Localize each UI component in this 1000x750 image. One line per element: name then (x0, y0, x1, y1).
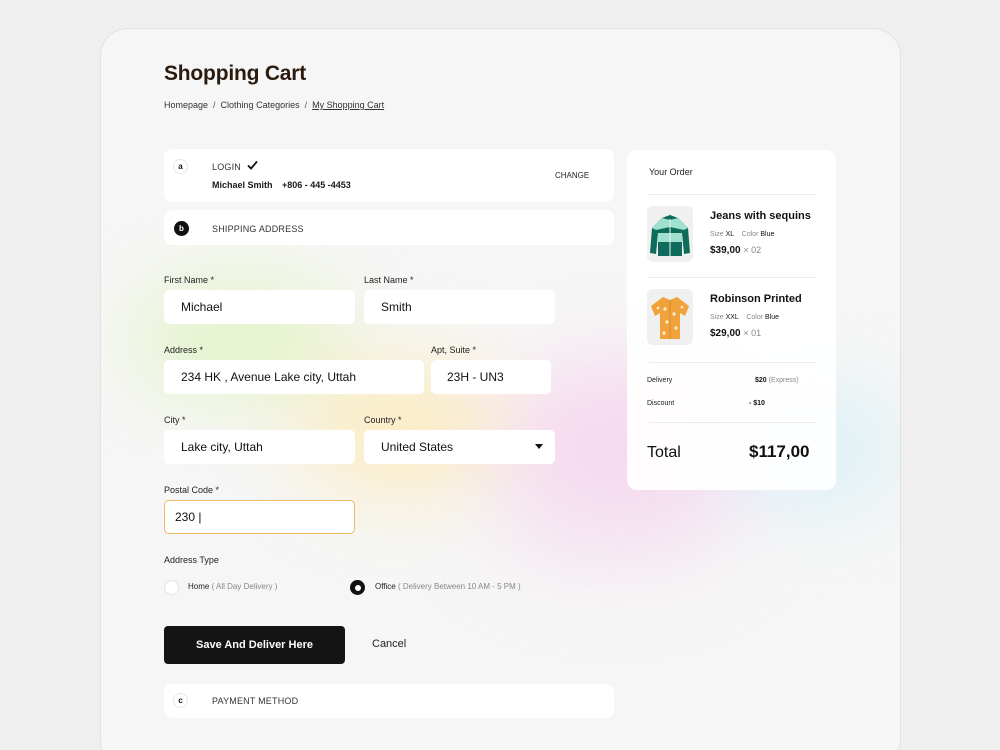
first-name-label: First Name * (164, 275, 215, 285)
step-b-badge: b (174, 221, 189, 236)
login-user-name: Michael Smith (212, 180, 273, 190)
home-radio[interactable] (164, 580, 179, 595)
apt-suite-input[interactable]: 23H - UN3 (431, 360, 551, 394)
country-label: Country * (364, 415, 402, 425)
city-input[interactable]: Lake city, Uttah (164, 430, 355, 464)
address-label: Address * (164, 345, 204, 355)
city-label: City * (164, 415, 186, 425)
order-item-price: $39,00 × 02 (710, 245, 762, 256)
login-user-phone: +806 - 445 -4453 (282, 180, 351, 190)
breadcrumb: Homepage / Clothing Categories / My Shop… (164, 100, 385, 110)
order-item-name[interactable]: Jeans with sequins (710, 210, 811, 222)
product-thumbnail-robinson[interactable] (647, 289, 693, 345)
divider (649, 362, 816, 363)
delivery-label: Delivery (647, 377, 673, 384)
office-radio[interactable] (350, 580, 365, 595)
divider (649, 194, 816, 195)
save-and-deliver-button[interactable]: Save And Deliver Here (164, 626, 345, 664)
order-item-meta: Size XXL Color Blue (710, 314, 780, 321)
total-value: $117,00 (749, 442, 810, 461)
change-login-button[interactable]: CHANGE (555, 171, 589, 180)
office-option-label[interactable]: Office ( Delivery Between 10 AM - 5 PM ) (375, 582, 521, 591)
postal-code-label: Postal Code * (164, 485, 220, 495)
country-select-value: United States (381, 440, 454, 454)
breadcrumb-clothing-categories[interactable]: Clothing Categories (221, 100, 300, 110)
cancel-button[interactable]: Cancel (372, 638, 406, 650)
order-item-price: $29,00 × 01 (710, 328, 762, 339)
total-label: Total (647, 444, 681, 461)
payment-step-label: PAYMENT METHOD (212, 696, 299, 706)
checkmark-icon (247, 160, 258, 170)
divider (649, 277, 816, 278)
shipping-step-label: SHIPPING ADDRESS (212, 224, 304, 234)
order-summary-title: Your Order (649, 167, 693, 177)
home-option-label[interactable]: Home ( All Day Delivery ) (188, 582, 277, 591)
track-jacket-icon (650, 215, 690, 256)
order-item-name[interactable]: Robinson Printed (710, 293, 802, 305)
breadcrumb-homepage[interactable]: Homepage (164, 100, 208, 110)
login-step-label: LOGIN (212, 162, 242, 172)
step-c-badge: c (173, 693, 188, 708)
address-input[interactable]: 234 HK , Avenue Lake city, Uttah (164, 360, 424, 394)
login-step-card (164, 149, 614, 202)
step-a-badge: a (173, 159, 188, 174)
discount-value: - $10 (749, 400, 765, 407)
address-type-label: Address Type (164, 555, 219, 565)
last-name-label: Last Name * (364, 275, 414, 285)
delivery-value: $20 (Express) (755, 377, 799, 384)
last-name-input[interactable]: Smith (364, 290, 555, 324)
postal-code-input[interactable]: 230 | (164, 500, 355, 534)
printed-shirt-icon (651, 297, 689, 339)
first-name-input[interactable]: Michael (164, 290, 355, 324)
divider (649, 422, 816, 423)
discount-label: Discount (647, 400, 675, 407)
breadcrumb-current[interactable]: My Shopping Cart (312, 100, 384, 110)
country-select[interactable]: United States (364, 430, 555, 464)
order-item-meta: Size XL Color Blue (710, 231, 775, 238)
page-title: Shopping Cart (164, 62, 307, 85)
apt-suite-label: Apt, Suite * (431, 345, 477, 355)
product-thumbnail-jeans[interactable] (647, 206, 693, 262)
chevron-down-icon (535, 444, 543, 449)
